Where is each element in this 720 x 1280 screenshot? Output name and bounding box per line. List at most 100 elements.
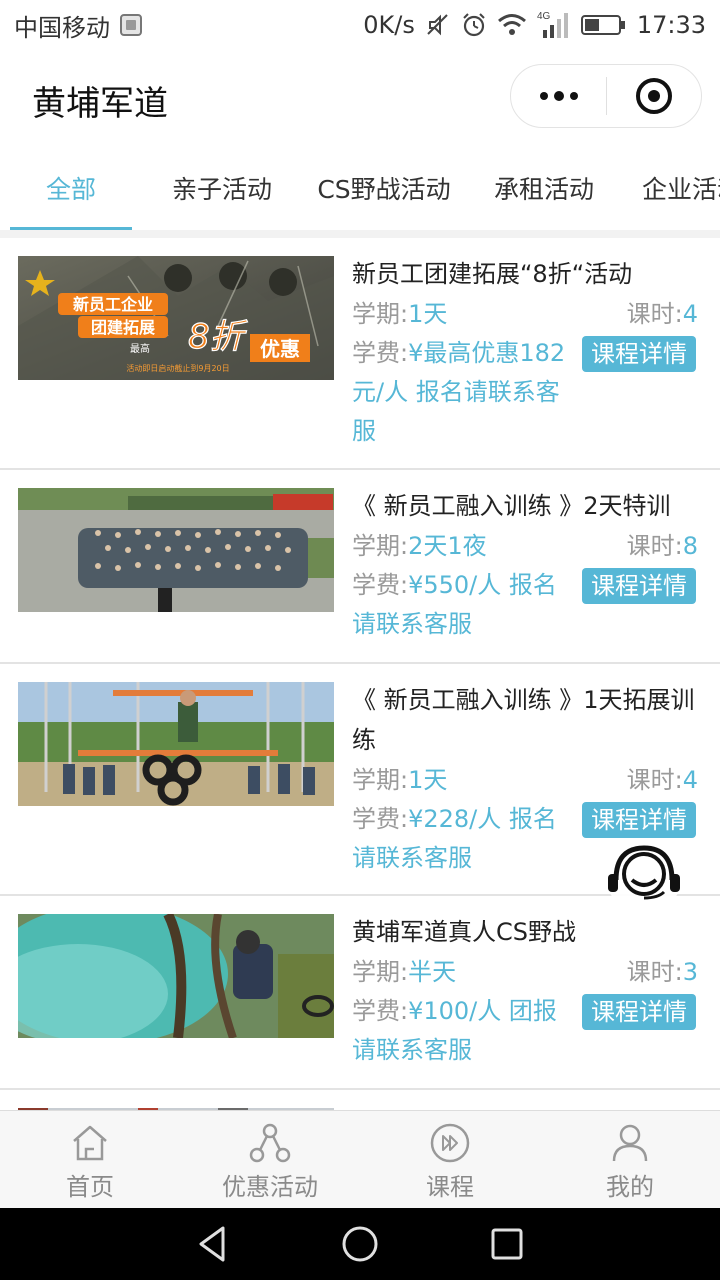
- nav-me-label: 我的: [606, 1173, 654, 1201]
- nav-promotions[interactable]: 优惠活动: [180, 1111, 360, 1208]
- hours-value: 3: [682, 958, 698, 986]
- nav-home-label: 首页: [66, 1173, 114, 1201]
- hours-value: 8: [682, 532, 698, 560]
- banner-line1: 新员工企业: [73, 295, 153, 314]
- term-value: 半天: [408, 958, 457, 986]
- course-detail-button[interactable]: 课程详情: [582, 994, 696, 1030]
- course-thumbnail[interactable]: [18, 682, 334, 806]
- course-title[interactable]: 《 新员工融入训练 》1天拓展训练: [352, 680, 698, 760]
- term-value: 2天1夜: [408, 532, 487, 560]
- hours: 课时:4: [627, 760, 698, 800]
- course-fee: 学费:¥最高优惠182元/人 报名请联系客服 课程详情: [352, 334, 698, 451]
- miniprogram-capsule: [510, 64, 702, 128]
- term-label: 学期:: [352, 300, 409, 328]
- battery-icon: [580, 13, 627, 37]
- course-thumbnail[interactable]: [18, 488, 334, 612]
- term-label: 学期:: [352, 958, 409, 986]
- course-info: 《 新员工融入训练 》2天特训 学期:2天1夜 课时:8 学费:¥550/人 报…: [352, 486, 698, 644]
- close-miniprogram-button[interactable]: [607, 64, 701, 128]
- banner-footnote: 活动即日启动截止到9月20日: [126, 363, 229, 373]
- hours: 课时:4: [627, 294, 698, 334]
- banner-discount: 8折: [188, 317, 248, 357]
- hours-label: 课时:: [626, 958, 683, 986]
- back-triangle-icon: [199, 1226, 225, 1262]
- more-menu-button[interactable]: [511, 64, 606, 128]
- customer-service-button[interactable]: [598, 838, 690, 918]
- fee-label: 学费:: [352, 571, 409, 599]
- tab-all[interactable]: 全部: [10, 146, 132, 230]
- tab-cs-field[interactable]: CS野战活动: [312, 146, 456, 230]
- mute-icon: [425, 12, 451, 38]
- carrier-name: 中国移动: [14, 13, 110, 42]
- bottom-tab-bar: 首页 优惠活动 课程 我的: [0, 1110, 720, 1208]
- navigation-header: 黄埔军道: [0, 50, 720, 146]
- sim-icon: [120, 14, 142, 36]
- hours-label: 课时:: [626, 300, 683, 328]
- tabs-divider: [0, 230, 720, 238]
- course-term-row: 学期:1天 课时:4: [352, 760, 698, 800]
- nav-home[interactable]: 首页: [0, 1111, 180, 1208]
- course-title[interactable]: 《 新员工融入训练 》2天特训: [352, 486, 698, 526]
- fee-label: 学费:: [352, 997, 409, 1025]
- headset-icon: [606, 838, 682, 914]
- play-icon: [430, 1123, 470, 1163]
- course-thumbnail[interactable]: [18, 914, 334, 1038]
- term-value: 1天: [408, 766, 448, 794]
- course-list: 新员工企业 团建拓展 最高 8折 优惠 活动即日启动截止到9月20日 新员工团建…: [0, 238, 720, 1110]
- user-icon: [612, 1124, 648, 1162]
- more-dot-icon: [553, 91, 564, 101]
- share-icon: [249, 1123, 291, 1163]
- target-icon: [636, 78, 672, 114]
- course-term-row: 学期:1天 课时:4: [352, 294, 698, 334]
- page-title: 黄埔军道: [32, 84, 168, 124]
- course-info: 新员工团建拓展“8折“活动 学期:1天 课时:4 学费:¥最高优惠182元/人 …: [352, 254, 698, 451]
- network-type: 4G: [537, 11, 551, 22]
- term-value: 1天: [408, 300, 448, 328]
- term-label: 学期:: [352, 532, 409, 560]
- course-info: 黄埔军道真人CS野战 学期:半天 课时:3 学费:¥100/人 团报请联系客服 …: [352, 912, 698, 1070]
- system-back-button[interactable]: [183, 1214, 243, 1274]
- course-detail-button[interactable]: 课程详情: [582, 802, 696, 838]
- more-dot-icon: [539, 92, 548, 100]
- recents-square-icon: [491, 1228, 523, 1260]
- status-bar-right: 0K/s 4G 17:33: [363, 10, 706, 40]
- tab-rental[interactable]: 承租活动: [456, 146, 632, 230]
- status-bar-left: 中国移动: [14, 8, 142, 43]
- system-home-button[interactable]: [330, 1214, 390, 1274]
- course-detail-button[interactable]: 课程详情: [582, 568, 696, 604]
- hours: 课时:8: [627, 526, 698, 566]
- course-item[interactable]: [0, 1090, 720, 1110]
- course-item[interactable]: 黄埔军道真人CS野战 学期:半天 课时:3 学费:¥100/人 团报请联系客服 …: [0, 896, 720, 1090]
- course-item[interactable]: 《 新员工融入训练 》2天特训 学期:2天1夜 课时:8 学费:¥550/人 报…: [0, 470, 720, 664]
- tab-parent-child[interactable]: 亲子活动: [132, 146, 312, 230]
- hours: 课时:3: [627, 952, 698, 992]
- course-detail-button[interactable]: 课程详情: [582, 336, 696, 372]
- nav-courses-label: 课程: [426, 1173, 474, 1201]
- home-icon: [73, 1125, 107, 1161]
- status-bar: 中国移动 0K/s 4G 17:33: [0, 0, 720, 50]
- course-term-row: 学期:2天1夜 课时:8: [352, 526, 698, 566]
- home-circle-icon: [342, 1226, 378, 1262]
- hours-label: 课时:: [626, 766, 683, 794]
- hours-label: 课时:: [626, 532, 683, 560]
- tab-enterprise[interactable]: 企业活动: [632, 146, 720, 230]
- course-thumbnail[interactable]: 新员工企业 团建拓展 最高 8折 优惠 活动即日启动截止到9月20日: [18, 256, 334, 380]
- system-recents-button[interactable]: [477, 1214, 537, 1274]
- nav-courses[interactable]: 课程: [360, 1111, 540, 1208]
- category-tabs: 全部 亲子活动 CS野战活动 承租活动 企业活动: [0, 146, 720, 230]
- course-item[interactable]: 新员工企业 团建拓展 最高 8折 优惠 活动即日启动截止到9月20日 新员工团建…: [0, 238, 720, 470]
- course-fee: 学费:¥100/人 团报请联系客服 课程详情: [352, 992, 698, 1070]
- hours-value: 4: [682, 766, 698, 794]
- system-navigation-bar: [0, 1208, 720, 1280]
- net-speed: 0K/s: [363, 11, 415, 39]
- nav-promotions-label: 优惠活动: [222, 1173, 318, 1201]
- more-dot-icon: [569, 92, 578, 100]
- banner-highlight: 优惠: [260, 337, 300, 361]
- nav-me[interactable]: 我的: [540, 1111, 720, 1208]
- fee-label: 学费:: [352, 339, 409, 367]
- alarm-icon: [461, 12, 487, 38]
- banner-line2: 团建拓展: [91, 318, 156, 337]
- course-title[interactable]: 新员工团建拓展“8折“活动: [352, 254, 698, 294]
- course-fee: 学费:¥550/人 报名请联系客服 课程详情: [352, 566, 698, 644]
- course-title[interactable]: 黄埔军道真人CS野战: [352, 912, 698, 952]
